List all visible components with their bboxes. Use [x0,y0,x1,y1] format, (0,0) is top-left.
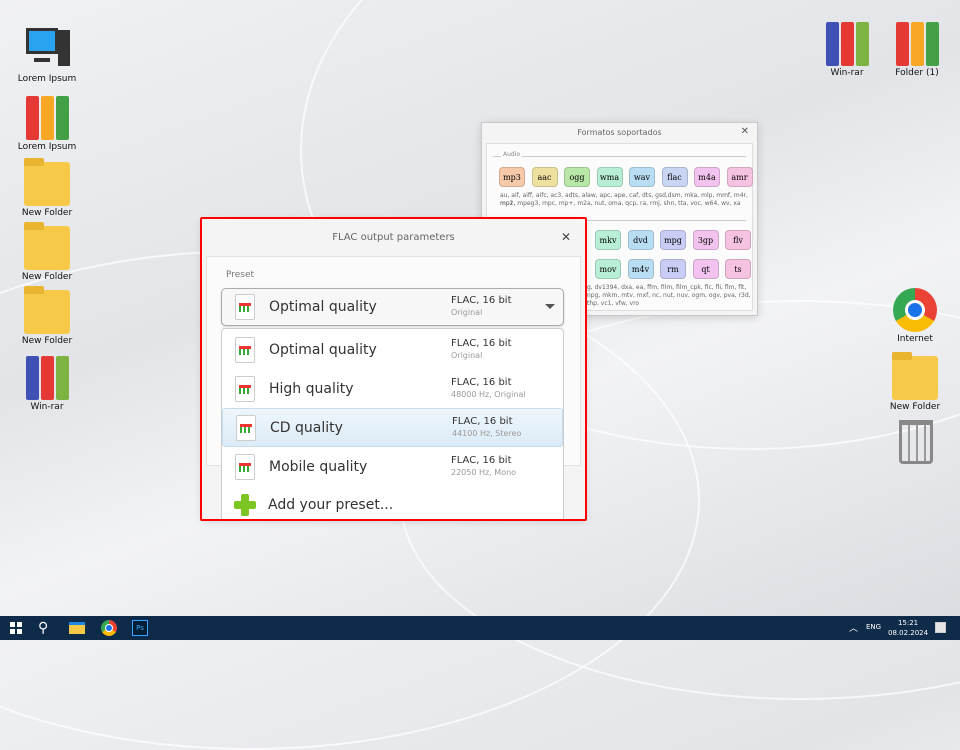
clock-date: 08.02.2024 [888,629,929,637]
photoshop-icon[interactable]: Ps [132,620,148,636]
desktop-icon-label: Lorem Ipsum [17,142,77,152]
folder-icon [892,352,938,400]
desktop-icon-label: New Folder [21,272,73,282]
notification-icon[interactable] [935,622,946,633]
window-title: Formatos soportados [577,128,662,137]
folder-icon [24,286,70,334]
language-indicator[interactable]: ENG [866,623,881,631]
format-flv-button[interactable]: flv [725,230,751,250]
audio-group-label: Audio [501,151,523,158]
taskbar: ⚲ Ps ︿ ENG 15:21 08.02.2024 [0,616,960,640]
format-mov-button[interactable]: mov [595,259,621,279]
video-extensions: npg, mkm, mtv, mxf, nc, nut, nuv, ogm, o… [587,292,751,299]
format-mkv-button[interactable]: mkv [595,230,621,250]
format-ogg-button[interactable]: ogg [564,167,590,187]
audio-extensions: mp2, mpeg3, mpc, mp+, m2a, nut, oma, qcp… [500,200,741,207]
desktop-icon-computer[interactable]: Lorem Ipsum [12,28,82,84]
clock[interactable]: 15:21 08.02.2024 [888,618,928,638]
video-extensions: g, dv1394, dxa, ea, ffm, film, film_cpk,… [587,284,747,291]
video-extensions: thp, vc1, vfw, vro [587,300,640,307]
chrome-icon [892,288,938,332]
format-dvd-button[interactable]: dvd [627,230,654,250]
format-m4a-button[interactable]: m4a [694,167,720,187]
format-qt-button[interactable]: qt [692,259,719,279]
desktop-icon-label: Internet [897,334,933,344]
desktop-icon-folder[interactable]: New Folder [12,158,82,218]
desktop-icon-chrome[interactable]: Internet [880,288,950,344]
folder-icon [24,222,70,270]
format-mp3-button[interactable]: mp3 [499,167,525,187]
format-wma-button[interactable]: wma [596,167,623,187]
tray-chevron-up-icon[interactable]: ︿ [849,621,858,634]
windows-start-icon[interactable] [10,622,22,634]
clock-time: 15:21 [897,619,919,627]
format-3gp-button[interactable]: 3gp [692,230,719,250]
computer-icon [24,28,70,72]
desktop-icon-label: Win-rar [30,402,64,412]
winrar-icon [24,356,70,400]
desktop-icon-folder[interactable]: New Folder [880,352,950,412]
binders-icon [24,96,70,140]
desktop-icon-label: New Folder [889,402,941,412]
annotation-highlight-box [200,217,587,521]
format-rm-button[interactable]: rm [660,259,686,279]
desktop-icon-label: New Folder [21,208,73,218]
desktop-icon-binders[interactable]: Folder (1) [882,22,952,78]
format-m4v-button[interactable]: m4v [627,259,654,279]
close-icon[interactable]: ✕ [741,126,749,137]
recycle-bin-icon[interactable] [899,420,933,464]
format-wav-button[interactable]: wav [629,167,655,187]
folder-icon [24,158,70,206]
format-aac-button[interactable]: aac [531,167,558,187]
desktop-icon-binders[interactable]: Lorem Ipsum [12,96,82,152]
desktop-icon-label: Folder (1) [895,68,939,78]
desktop-icon-label: Lorem Ipsum [17,74,77,84]
search-icon[interactable]: ⚲ [38,620,48,636]
winrar-icon [824,22,870,66]
file-explorer-icon[interactable] [69,622,85,634]
binders-icon [894,22,940,66]
format-ts-button[interactable]: ts [725,259,751,279]
chrome-icon[interactable] [101,620,117,636]
desktop-icon-folder[interactable]: New Folder [12,286,82,346]
format-flac-button[interactable]: flac [661,167,688,187]
format-amr-button[interactable]: amr [726,167,753,187]
desktop-icon-winrar[interactable]: Win-rar [812,22,882,78]
desktop-icon-winrar[interactable]: Win-rar [12,356,82,412]
desktop-icon-label: Win-rar [830,68,864,78]
desktop-icon-label: New Folder [21,336,73,346]
desktop-icon-folder[interactable]: New Folder [12,222,82,282]
format-mpg-button[interactable]: mpg [660,230,686,250]
